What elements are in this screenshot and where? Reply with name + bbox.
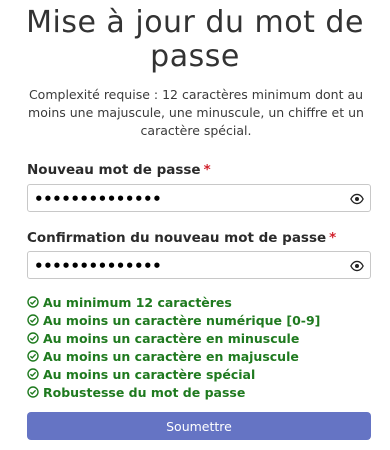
- rule-label: Au moins un caractère spécial: [43, 366, 256, 382]
- required-mark: *: [203, 162, 211, 178]
- check-circle-icon: [27, 332, 39, 344]
- rule-special: Au moins un caractère spécial: [27, 365, 320, 383]
- rule-min-length: Au minimum 12 caractères: [27, 293, 320, 311]
- rule-uppercase: Au moins un caractère en majuscule: [27, 347, 320, 365]
- rule-label: Au moins un caractère en majuscule: [43, 348, 299, 364]
- new-password-label: Nouveau mot de passe *: [27, 162, 211, 178]
- submit-button[interactable]: Soumettre: [27, 412, 371, 440]
- check-circle-icon: [27, 296, 39, 308]
- check-circle-icon: [27, 314, 39, 326]
- eye-icon[interactable]: [350, 192, 364, 206]
- rule-label: Au moins un caractère numérique [0-9]: [43, 312, 321, 328]
- confirm-password-label-text: Confirmation du nouveau mot de passe: [27, 230, 327, 246]
- check-circle-icon: [27, 368, 39, 380]
- check-circle-icon: [27, 386, 39, 398]
- page-title-line-1: Mise à jour du mot de: [26, 5, 364, 40]
- confirm-password-value[interactable]: ••••••••••••••: [34, 256, 162, 276]
- new-password-label-text: Nouveau mot de passe: [27, 162, 201, 178]
- rule-numeric: Au moins un caractère numérique [0-9]: [27, 311, 320, 329]
- confirm-password-label: Confirmation du nouveau mot de passe *: [27, 230, 336, 246]
- rule-lowercase: Au moins un caractère en minuscule: [27, 329, 320, 347]
- rule-label: Robustesse du mot de passe: [43, 384, 246, 400]
- new-password-value[interactable]: ••••••••••••••: [34, 189, 162, 209]
- confirm-password-field[interactable]: ••••••••••••••: [27, 251, 371, 279]
- password-requirements-description: Complexité requise : 12 caractères minim…: [28, 87, 364, 138]
- rule-label: Au minimum 12 caractères: [43, 294, 232, 310]
- rule-label: Au moins un caractère en minuscule: [43, 330, 300, 346]
- page-title-line-2: passe: [150, 39, 240, 74]
- rule-strength: Robustesse du mot de passe: [27, 383, 320, 401]
- page-title: Mise à jour du mot de passe: [0, 6, 390, 74]
- eye-icon[interactable]: [350, 259, 364, 273]
- new-password-field[interactable]: ••••••••••••••: [27, 184, 371, 212]
- password-rules-list: Au minimum 12 caractères Au moins un car…: [27, 293, 320, 401]
- required-mark: *: [329, 230, 337, 246]
- check-circle-icon: [27, 350, 39, 362]
